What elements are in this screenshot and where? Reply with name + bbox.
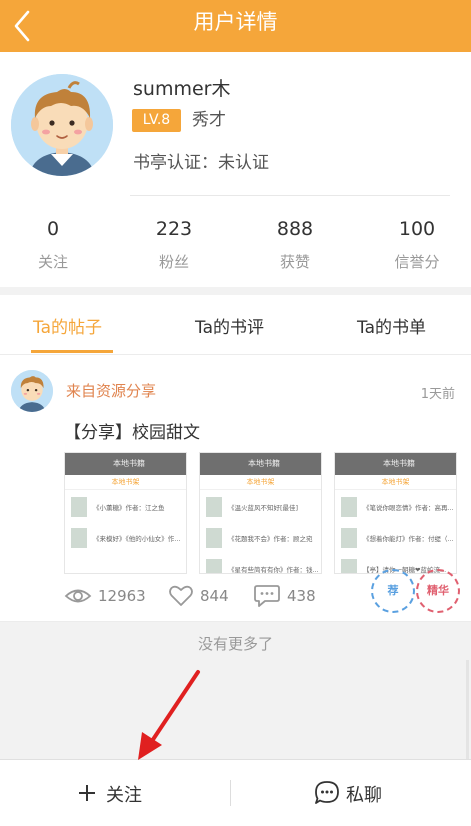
thumb-row-text: 《花题我不会》作者：顾之宛 [228,535,313,543]
thumb-header: 本地书籍 [200,453,321,475]
avatar[interactable] [11,370,53,412]
tab-booklists[interactable]: Ta的书单 [357,313,426,338]
thumb-row-text: 《星有些简有有你》作者：钱... [228,566,319,574]
post-image[interactable]: 本地书籍 本地书架 《温火蓝风不知好[最佳] 《花题我不会》作者：顾之宛 《星有… [199,452,322,574]
like-count: 844 [200,587,229,605]
thumb-subheader: 本地书架 [65,475,186,490]
stat-value: 888 [276,218,314,240]
stamp-text: 精华 [427,584,449,597]
post-image[interactable]: 本地书籍 本地书架 《笔说你眼恋情》作者：高再... 《想着你能灯》作者：付缇（… [334,452,457,574]
stat-value: 223 [155,218,193,240]
user-name: summer木 [133,78,231,100]
featured-stamp: 精华 [416,569,460,613]
comment-count: 438 [287,587,316,605]
stamp-text: 荐 [387,584,399,597]
stat-likes[interactable]: 888 获赞 [250,218,340,272]
post-source[interactable]: 来自资源分享 [66,380,156,401]
follow-label: 关注 [106,785,142,806]
top-bar: 用户详情 [0,0,471,52]
stat-label: 粉丝 [158,253,189,271]
stat-value: 0 [46,218,60,240]
stat-label: 信誉分 [394,253,440,271]
level-badge: LV.8 [132,109,181,132]
stat-following[interactable]: 0 关注 [8,218,98,272]
view-count: 12963 [98,587,146,605]
stat-label: 获赞 [279,253,310,271]
stat-value: 100 [398,218,436,240]
comment-icon[interactable] [253,583,281,609]
active-tab-indicator [31,350,113,353]
plus-icon [79,785,95,801]
message-label: 私聊 [346,785,382,806]
profile-card: summer木 LV.8 秀才 书亭认证：未认证 0 关注 223 粉丝 888… [0,52,471,287]
stat-credit[interactable]: 100 信誉分 [372,218,462,272]
stat-fans[interactable]: 223 粉丝 [129,218,219,272]
eye-icon [64,589,92,603]
tab-reviews[interactable]: Ta的书评 [195,313,264,338]
recommend-stamp: 荐 [371,569,415,613]
thumb-header: 本地书籍 [65,453,186,475]
chat-bubble-icon [315,781,339,804]
thumb-row: 《想着你能灯》作者：付缇（... [335,526,456,552]
post-title[interactable]: 【分享】校园甜文 [64,418,200,443]
avatar[interactable] [11,74,113,176]
thumb-row-text: 《来模好》《他的小仙女》作... [93,535,181,543]
thumb-subheader: 本地书架 [335,475,456,490]
tab-posts[interactable]: Ta的帖子 [33,313,102,338]
tab-bar: Ta的帖子 Ta的书评 Ta的书单 [0,295,471,355]
certification-status: 书亭认证：未认证 [133,153,269,173]
no-more-text: 没有更多了 [197,635,273,653]
stat-label: 关注 [37,253,68,271]
heart-icon[interactable] [168,583,194,609]
thumb-row: 《花题我不会》作者：顾之宛 [200,526,321,552]
scrollbar[interactable] [466,660,469,760]
divider [130,195,450,196]
boy-avatar-icon [11,74,113,176]
thumb-row-text: 《温火蓝风不知好[最佳] [228,504,299,512]
boy-avatar-icon [11,370,53,412]
user-rank: 秀才 [192,110,226,130]
thumb-row-text: 《笔说你眼恋情》作者：高再... [363,504,454,512]
thumb-row-text: 《小薰糖》作者：江之鱼 [93,504,165,512]
post-card[interactable]: 来自资源分享 1天前 【分享】校园甜文 本地书籍 本地书架 《小薰糖》作者：江之… [0,355,471,622]
post-image[interactable]: 本地书籍 本地书架 《小薰糖》作者：江之鱼 《来模好》《他的小仙女》作... [64,452,187,574]
page-title: 用户详情 [193,10,278,34]
bottom-action-bar: 关注 私聊 [0,759,471,826]
thumb-row: 《温火蓝风不知好[最佳] [200,495,321,521]
thumb-subheader: 本地书架 [200,475,321,490]
post-time: 1天前 [420,387,455,402]
thumb-row: 《星有些简有有你》作者：钱... [200,557,321,574]
message-button[interactable]: 私聊 [231,760,471,826]
thumb-row-text: 《想着你能灯》作者：付缇（... [363,535,454,543]
thumb-row: 《小薰糖》作者：江之鱼 [65,495,186,521]
thumb-header: 本地书籍 [335,453,456,475]
thumb-row: 《笔说你眼恋情》作者：高再... [335,495,456,521]
thumb-row: 《来模好》《他的小仙女》作... [65,526,186,552]
follow-button[interactable]: 关注 [0,760,230,826]
